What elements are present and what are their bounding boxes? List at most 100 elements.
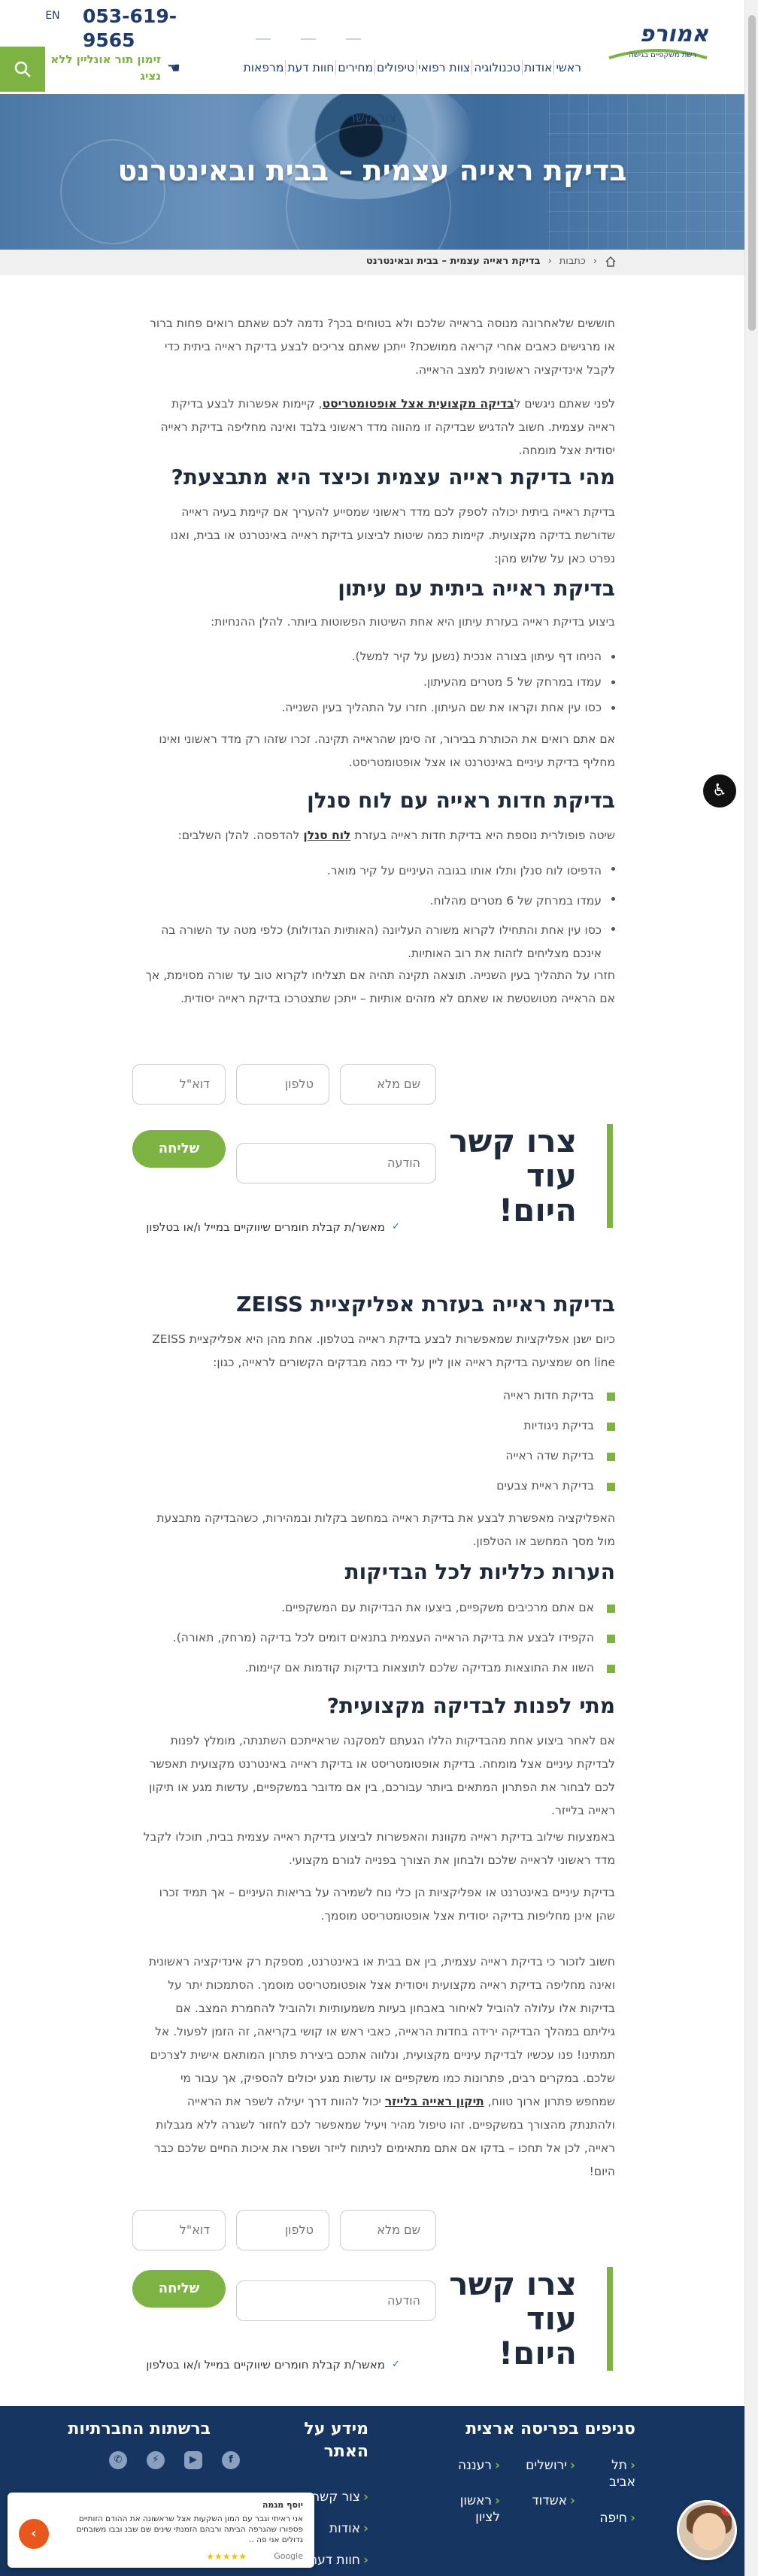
consent-label: מאשר/ת קבלת חומרים שיווקיים במייל ו/או ב… [146,2358,385,2371]
reviewer-name: יוסף מגמה [262,2500,303,2510]
list-item: עמדו במרחק של 5 מטרים מהעיתון. [141,669,615,695]
hero-banner: צור קשר בדיקת ראייה עצמית – בבית ובאינטר… [0,94,744,250]
article-intro: חוששים שלאחרונה מנוסה בראייה שלכם ולא בט… [141,312,615,462]
message-field[interactable]: הודעה [236,1143,436,1183]
youtube-icon[interactable]: ▶ [184,2451,202,2469]
checkbox-icon[interactable]: ✓ [390,1222,400,1232]
online-appointment-button[interactable]: זימון תור אונליין ללא נציג [48,51,161,84]
zeiss-paragraph: כיום ישנן אפליקציות שמאפשרות לבצע בדיקת … [152,1332,615,1369]
checkbox-icon[interactable]: ✓ [390,2359,400,2370]
footer-info-link[interactable]: ‹צור קשר [313,2489,368,2505]
list-item: הניחו דף עיתון בצורה אנכית (נשען על קיר … [141,644,615,669]
section-heading-when: מתי לפנות לבדיקה מקצועית? [326,1693,615,1718]
review-text: אני ראיתי וגבר עם המון השקעות אצל שראשונ… [76,2514,303,2544]
google-review-widget[interactable]: × יוסף מגמה אני ראיתי וגבר עם המון השקעו… [7,2482,314,2568]
intro-paragraph: חוששים שלאחרונה מנוסה בראייה שלכם ולא בט… [150,317,615,377]
nav-technology[interactable]: טכנולוגיה [471,60,522,75]
professional-exam-link[interactable]: בדיקה מקצועית אצל אופטומטריסט [323,397,514,411]
snellen-chart-link[interactable]: לוח סנלן [303,829,350,842]
name-field[interactable]: שם מלא [340,2210,436,2250]
list-item: כסו עין אחת וקראו את שם העיתון. חזרו על … [141,695,615,720]
phone-field[interactable]: טלפון [236,2210,329,2250]
scrollbar[interactable] [744,0,758,2576]
snellen-steps: הדפיסו לוח סנלן ותלו אותו בגובה העיניים … [141,856,615,965]
footer-branch-link[interactable]: ‹אשדוד [532,2493,575,2509]
send-button[interactable]: שליחה [132,1130,226,1168]
search-icon [14,61,31,77]
breadcrumb-current: בדיקת ראייה עצמית – בבית ובאינטרנט [365,256,541,267]
home-icon[interactable] [605,256,617,267]
list-item: בדיקת ראיית צבעים [141,1471,615,1501]
email-field[interactable]: דוא"ל [132,2210,226,2250]
close-icon[interactable]: × [7,2482,16,2494]
hero-contact-link[interactable]: צור קשר [0,111,744,126]
search-button[interactable] [0,47,45,92]
form-title: צרו קשר עוד היום! [447,1124,613,1228]
nav-prices[interactable]: מחירים [335,60,374,75]
intro2-prefix: לפני שאתם ניגשים ל [514,397,615,411]
footer-branch-link[interactable]: ‹ירושלים [526,2457,575,2474]
list-item: בדיקת שדה ראייה [141,1441,615,1471]
google-label: Google [274,2551,303,2561]
list-item: הקפידו לבצע את בדיקת הראייה העצמית בתנאי… [141,1623,615,1653]
nav-about[interactable]: אודות [521,60,553,75]
messenger-icon[interactable]: ⚡ [147,2451,165,2469]
breadcrumb: ‹ כתבות ‹ בדיקת ראייה עצמית – בבית ובאינ… [0,250,744,275]
final-prefix: חשוב לזכור כי בדיקת ראייה עצמית, בין אם … [148,1955,615,2108]
branch-label: אשדוד [532,2493,567,2508]
language-switch[interactable]: EN [41,8,64,24]
nav-home[interactable]: ראשי [553,60,583,75]
laser-correction-link[interactable]: תיקון ראייה בלייזר [385,2095,484,2108]
zeiss-tests: בדיקת חדות ראייה בדיקת ניגודיות בדיקת שד… [141,1380,615,1501]
footer-branch-link[interactable]: ‹רעננה [458,2457,500,2474]
footer-branch-link[interactable]: ‹ראשון לציון [447,2493,500,2526]
top-decoration [211,29,376,40]
consent-label: מאשר/ת קבלת חומרים שיווקיים במייל ו/או ב… [146,1220,385,1234]
form-title: צרו קשר עוד היום! [447,2267,613,2371]
info-label: אודות [329,2521,360,2536]
nav-clinics[interactable]: מרפאות [242,60,286,75]
snellen-suffix: להדפסה. להלן השלבים: [177,829,304,842]
marketing-consent[interactable]: ✓ מאשר/ת קבלת חומרים שיווקיים במייל ו/או… [146,2358,400,2371]
snellen-result: חזרו על התהליך בעין השנייה. תוצאה תקינה … [145,968,615,1005]
facebook-icon[interactable]: f [222,2451,240,2469]
phone-number[interactable]: 053-619-9565 [83,5,180,53]
branch-label: רעננה [458,2458,492,2473]
name-field[interactable]: שם מלא [340,1064,436,1105]
logo-text: אמורפ [639,21,708,47]
branch-label: ירושלים [526,2458,567,2473]
chat-widget[interactable]: 1 [677,2500,737,2560]
when-paragraph-1: אם לאחר ביצוע אחת מהבדיקות הללו הגעתם למ… [149,1734,615,1817]
nav-reviews[interactable]: חוות דעת [285,60,335,75]
whatsapp-icon[interactable]: ✆ [109,2451,127,2469]
email-field[interactable]: דוא"ל [132,1064,226,1105]
main-nav: ראשי אודות טכנולוגיה צוות רפואי טיפולים … [242,60,583,75]
marketing-consent[interactable]: ✓ מאשר/ת קבלת חומרים שיווקיים במייל ו/או… [146,1220,400,1234]
language-en[interactable]: EN [41,8,64,24]
branch-label: חיפה [599,2511,627,2526]
intro-paragraph-2: לפני שאתם ניגשים לבדיקה מקצועית אצל אופט… [141,392,615,462]
notification-badge: 1 [721,2504,733,2516]
nav-treatments[interactable]: טיפולים [374,60,416,75]
footer-info-link[interactable]: ‹חוות דעת [309,2552,368,2568]
nav-medical-team[interactable]: צוות רפואי [416,60,471,75]
reviewer-avatar: › [19,2519,49,2549]
review-stars: ★★★★★ [206,2551,247,2562]
send-button[interactable]: שליחה [132,2270,226,2308]
footer-branch-link[interactable]: ‹חיפה [599,2510,635,2526]
breadcrumb-separator: ‹ [547,256,552,267]
section-heading-newspaper: בדיקת ראייה ביתית עם עיתון [338,576,615,601]
page-title: בדיקת ראייה עצמית – בבית ובאינטרנט [117,154,627,187]
section-heading-notes: הערות כלליות לכל הבדיקות [344,1559,615,1584]
message-field[interactable]: הודעה [236,2281,436,2321]
breadcrumb-articles[interactable]: כתבות [559,256,586,267]
logo[interactable]: אמורפ רשת משקפיים בגישה [602,17,714,69]
list-item: הדפיסו לוח סנלן ותלו אותו בגובה העיניים … [141,856,615,886]
list-item: השוו את התוצאות מבדיקה שלכם לתוצאות בדיק… [141,1653,615,1683]
footer-branches-title: סניפים בפריסה ארצית [465,2420,635,2438]
footer-branch-link[interactable]: ‹תל אביב [583,2457,635,2490]
accessibility-button[interactable]: ♿ [703,774,736,808]
footer-info-link[interactable]: ‹אודות [329,2520,368,2537]
scrollbar-thumb[interactable] [748,15,756,331]
phone-field[interactable]: טלפון [236,1064,329,1105]
